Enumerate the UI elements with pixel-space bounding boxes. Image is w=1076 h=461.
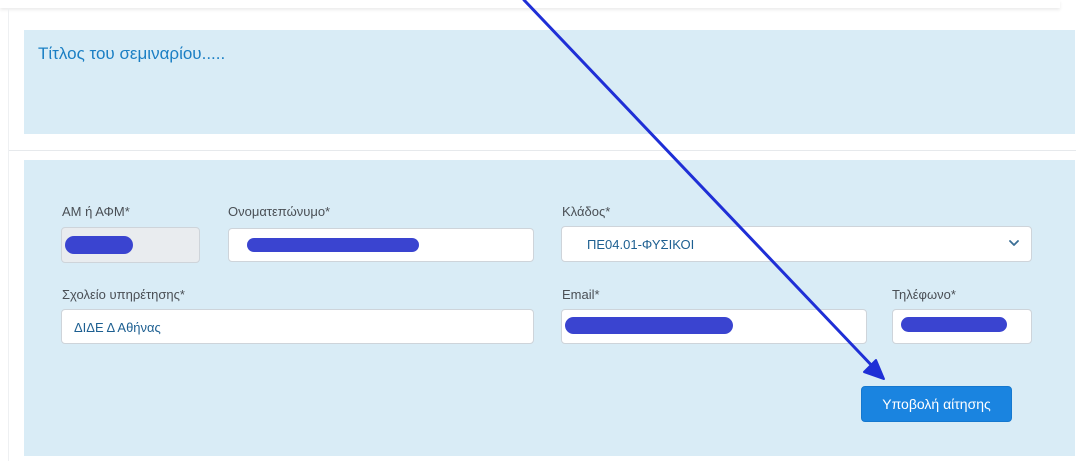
page: Τίτλος του σεμιναρίου..... ΑΜ ή ΑΦΜ* Ονο… bbox=[0, 0, 1076, 461]
arrow-annotation-icon bbox=[522, 0, 885, 380]
